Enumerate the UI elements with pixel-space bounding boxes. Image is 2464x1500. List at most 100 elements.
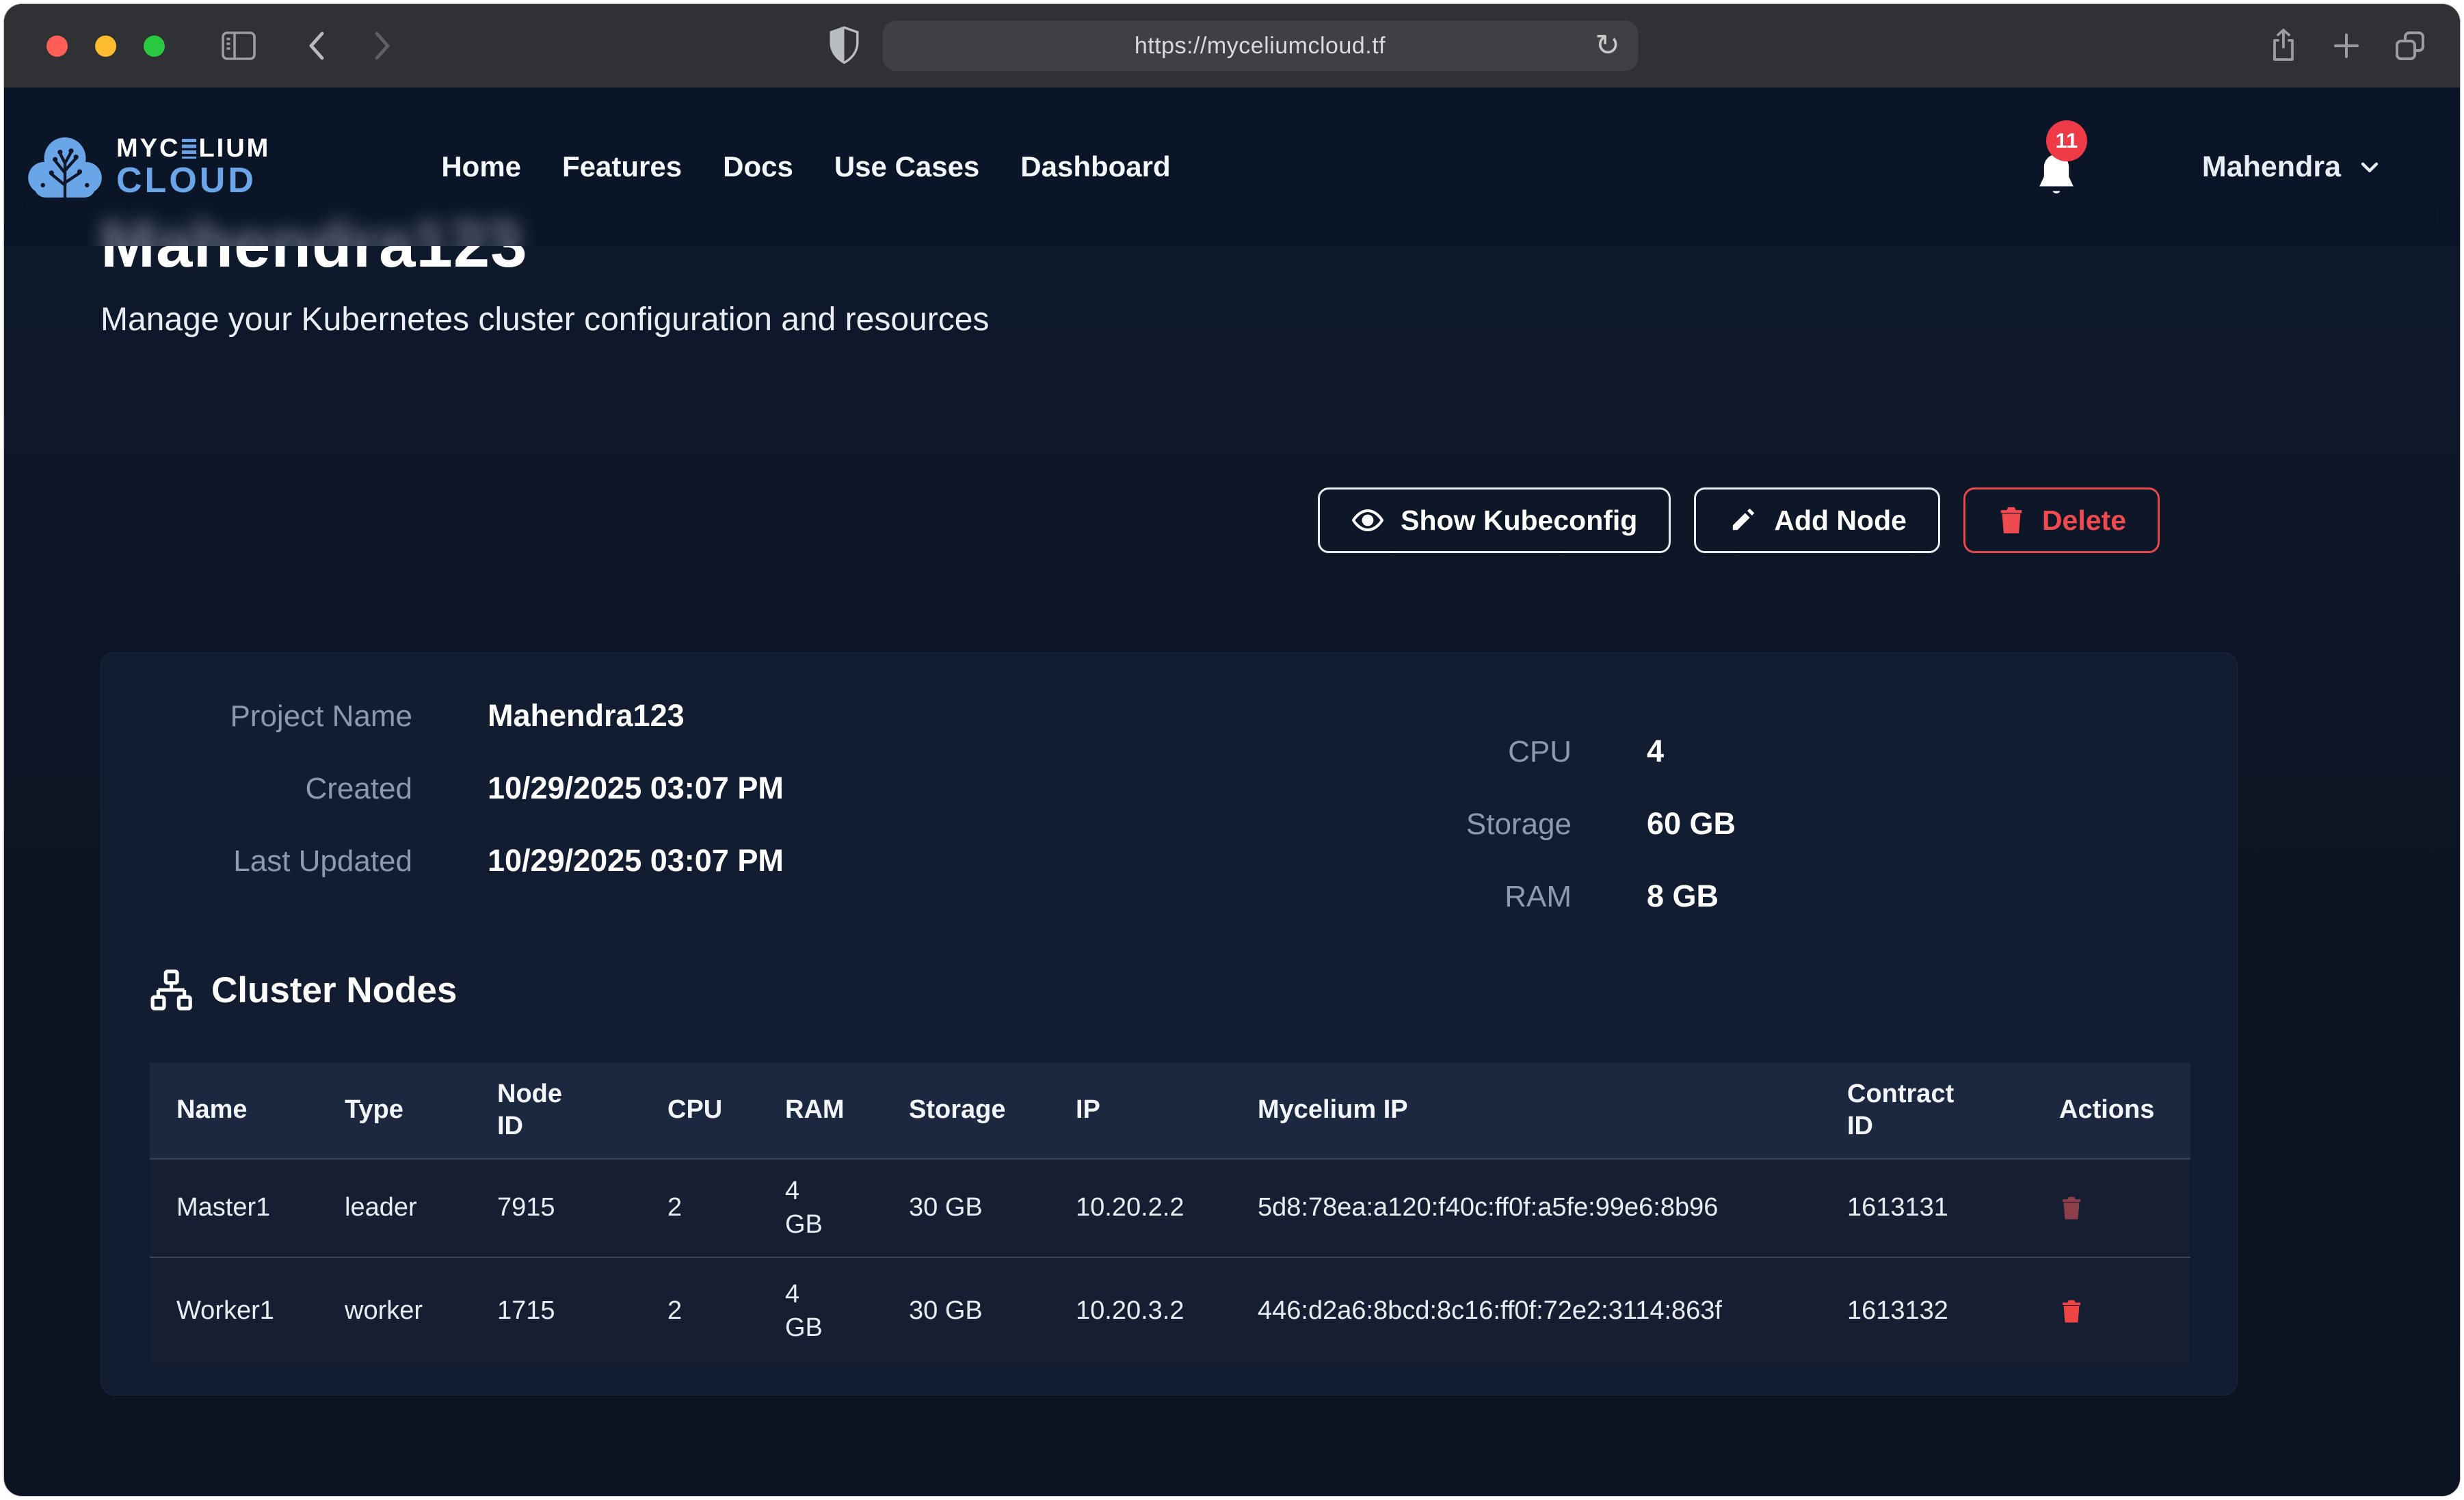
storage-label: Storage: [1195, 807, 1572, 842]
col-header-name: Name: [150, 1062, 318, 1159]
cell-ram: 4 GB: [758, 1257, 882, 1365]
zoom-window-button[interactable]: [144, 36, 165, 57]
cpu-value: 4: [1647, 734, 1664, 769]
nav-item-use-cases[interactable]: Use Cases: [834, 150, 979, 183]
show-kubeconfig-label: Show Kubeconfig: [1401, 505, 1637, 537]
cell-ip: 10.20.3.2: [1049, 1257, 1231, 1365]
cpu-label: CPU: [1195, 735, 1572, 769]
pencil-icon: [1727, 505, 1758, 535]
col-header-mycelium-ip: Mycelium IP: [1231, 1062, 1820, 1159]
cell-ip: 10.20.2.2: [1049, 1159, 1231, 1257]
add-node-label: Add Node: [1774, 505, 1907, 537]
cell-mycelium-ip: 5d8:78ea:a120:f40c:ff0f:a5fe:99e6:8b96: [1231, 1159, 1820, 1257]
cell-type: leader: [318, 1159, 471, 1257]
user-name: Mahendra: [2202, 150, 2341, 184]
new-tab-icon[interactable]: [2330, 29, 2363, 62]
delete-node-button[interactable]: [2059, 1297, 2084, 1326]
cluster-nodes-table: Name Type Node ID CPU RAM Storage IP Myc…: [150, 1062, 2190, 1365]
close-window-button[interactable]: [47, 36, 68, 57]
logo-e-bars: [182, 139, 196, 159]
logo-wordmark: MYC LIUM CLOUD: [116, 135, 270, 198]
delete-cluster-button[interactable]: Delete: [1963, 487, 2160, 553]
cell-ram: 4 GB: [758, 1159, 882, 1257]
browser-window: https://myceliumcloud.tf ↻: [4, 4, 2460, 1496]
mycelium-cloud-logo-icon: [25, 131, 105, 202]
logo-line2: CLOUD: [116, 163, 270, 198]
created-label: Created: [101, 772, 412, 806]
cell-name: Worker1: [150, 1257, 318, 1365]
delete-node-button[interactable]: [2059, 1194, 2084, 1222]
cell-node-id: 1715: [471, 1257, 641, 1365]
cell-node-id: 7915: [471, 1159, 641, 1257]
notification-count-badge: 11: [2046, 120, 2087, 161]
cell-cpu: 2: [641, 1257, 758, 1365]
cell-type: worker: [318, 1257, 471, 1365]
col-header-ram: RAM: [758, 1062, 882, 1159]
nav-item-home[interactable]: Home: [441, 150, 521, 183]
nav-item-docs[interactable]: Docs: [723, 150, 793, 183]
col-header-cpu: CPU: [641, 1062, 758, 1159]
nav-item-features[interactable]: Features: [562, 150, 682, 183]
delete-label: Delete: [2042, 505, 2126, 537]
sidebar-toggle-icon[interactable]: [221, 31, 256, 61]
primary-nav: Home Features Docs Use Cases Dashboard: [441, 150, 1170, 183]
page-viewport: Mahendra123 Mahendra123: [4, 88, 2460, 1496]
ram-label: RAM: [1195, 880, 1572, 914]
table-header-row: Name Type Node ID CPU RAM Storage IP Myc…: [150, 1062, 2190, 1159]
cluster-nodes-heading: Cluster Nodes: [150, 969, 457, 1011]
cell-mycelium-ip: 446:d2a6:8bcd:8c16:ff0f:72e2:3114:863f: [1231, 1257, 1820, 1365]
url-text: https://myceliumcloud.tf: [1135, 33, 1386, 59]
logo-line1-post: LIUM: [198, 135, 270, 161]
cluster-nodes-title: Cluster Nodes: [211, 969, 457, 1011]
ram-value: 8 GB: [1647, 879, 1719, 914]
created-value: 10/29/2025 03:07 PM: [488, 771, 784, 806]
last-updated-label: Last Updated: [101, 844, 412, 879]
col-header-actions: Actions: [2032, 1062, 2190, 1159]
cluster-info: Project Name Mahendra123 CPU 4 Created 1…: [101, 698, 2237, 915]
node-row-worker1: Worker1 worker 1715 2 4 GB 30 GB 10.20.3…: [150, 1257, 2190, 1365]
node-row-master1: Master1 leader 7915 2 4 GB 30 GB 10.20.2…: [150, 1159, 2190, 1257]
cell-cpu: 2: [641, 1159, 758, 1257]
logo-line1-pre: MYC: [116, 135, 180, 161]
eye-icon: [1351, 504, 1384, 537]
page-subtitle: Manage your Kubernetes cluster configura…: [101, 301, 989, 338]
tab-overview-icon[interactable]: [2393, 29, 2427, 63]
page-title-blur-ghost: Mahendra123: [101, 211, 520, 246]
privacy-shield-icon[interactable]: [826, 25, 862, 66]
cell-storage: 30 GB: [882, 1159, 1049, 1257]
browser-toolbar: https://myceliumcloud.tf ↻: [4, 4, 2460, 88]
add-node-button[interactable]: Add Node: [1694, 487, 1940, 553]
notifications-button[interactable]: 11: [2034, 150, 2079, 200]
window-controls: [47, 36, 165, 57]
project-name-value: Mahendra123: [488, 698, 685, 734]
project-name-label: Project Name: [101, 699, 412, 734]
chevron-down-icon: [2356, 153, 2383, 180]
cell-contract-id: 1613132: [1820, 1257, 2032, 1365]
cluster-actions: Show Kubeconfig Add Node: [101, 487, 2160, 553]
nav-item-dashboard[interactable]: Dashboard: [1020, 150, 1170, 183]
back-button-icon[interactable]: [304, 28, 332, 64]
cell-contract-id: 1613131: [1820, 1159, 2032, 1257]
address-bar[interactable]: https://myceliumcloud.tf ↻: [882, 21, 1638, 71]
user-menu[interactable]: Mahendra: [2202, 150, 2383, 184]
cell-actions: [2032, 1257, 2190, 1365]
share-icon[interactable]: [2267, 27, 2300, 65]
col-header-contract-id: Contract ID: [1820, 1062, 2032, 1159]
network-hierarchy-icon: [150, 969, 192, 1011]
col-header-node-id: Node ID: [471, 1062, 641, 1159]
forward-button-icon[interactable]: [367, 28, 395, 64]
site-logo[interactable]: MYC LIUM CLOUD: [25, 131, 270, 202]
cell-name: Master1: [150, 1159, 318, 1257]
minimize-window-button[interactable]: [95, 36, 116, 57]
reload-icon[interactable]: ↻: [1595, 31, 1620, 61]
site-navbar: Mahendra123: [4, 88, 2460, 246]
trash-icon: [1997, 505, 2026, 536]
storage-value: 60 GB: [1647, 806, 1736, 842]
col-header-type: Type: [318, 1062, 471, 1159]
cell-actions: [2032, 1159, 2190, 1257]
cluster-details-card: Project Name Mahendra123 CPU 4 Created 1…: [101, 652, 2238, 1395]
cell-storage: 30 GB: [882, 1257, 1049, 1365]
show-kubeconfig-button[interactable]: Show Kubeconfig: [1318, 487, 1671, 553]
col-header-storage: Storage: [882, 1062, 1049, 1159]
col-header-ip: IP: [1049, 1062, 1231, 1159]
